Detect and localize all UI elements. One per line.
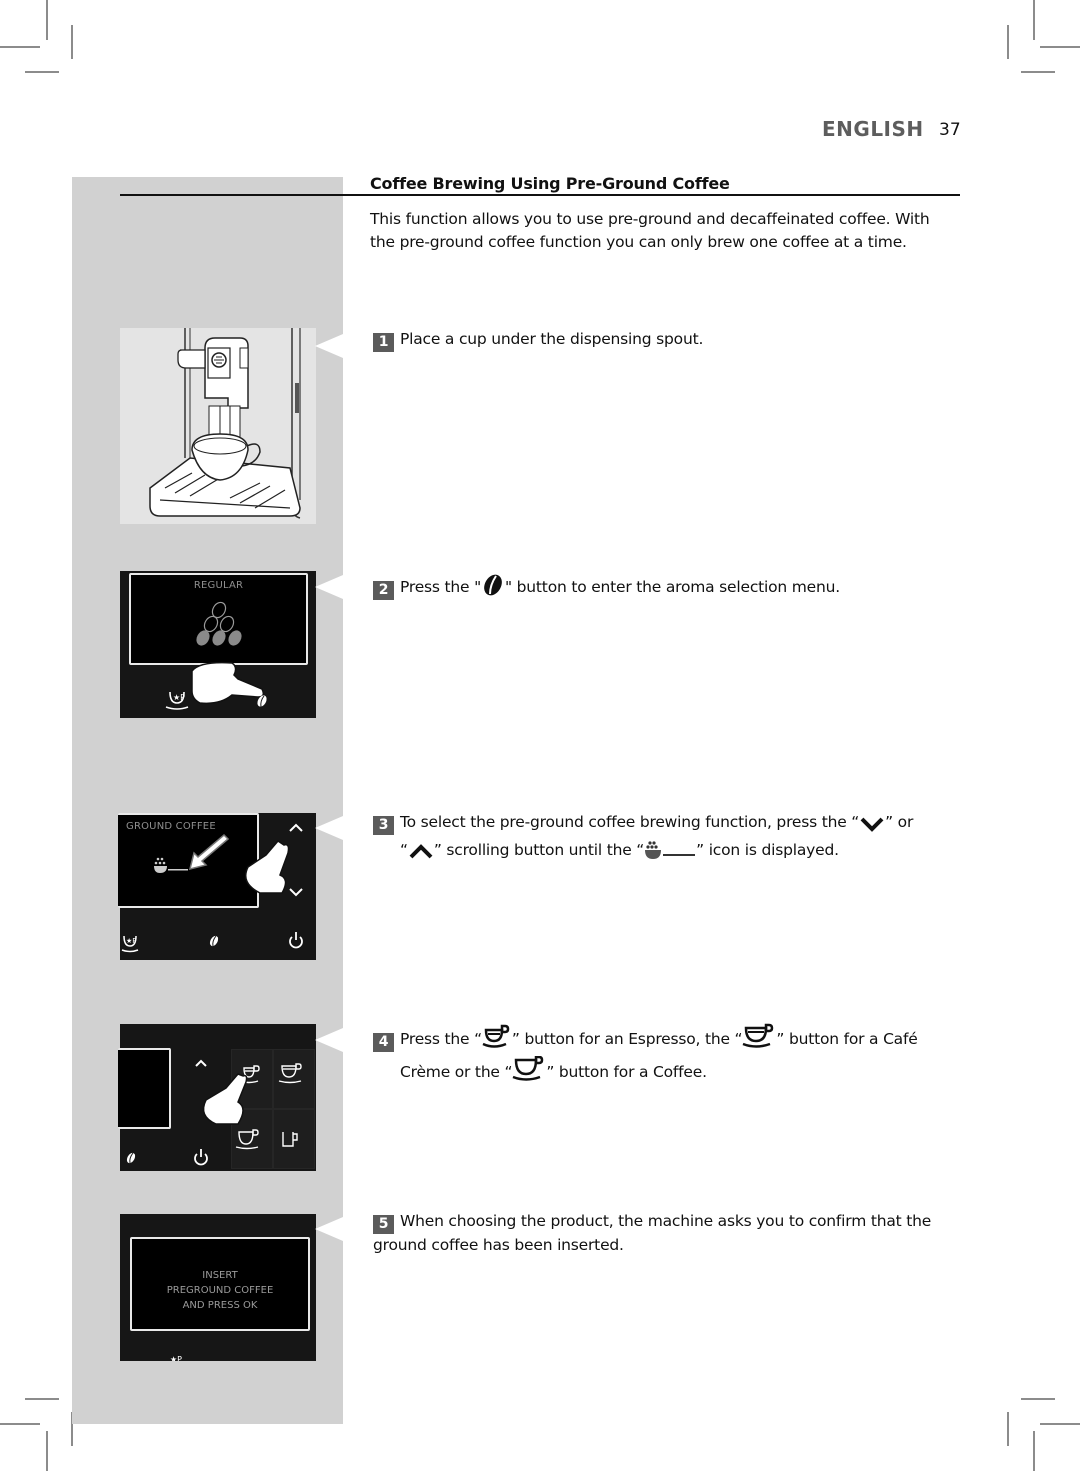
special-drink-icon[interactable]: ★P: [121, 935, 139, 953]
callout-notch: [315, 334, 343, 358]
step-text: " button to enter the aroma selection me…: [505, 578, 840, 596]
step-text: Place a cup under the dispensing spout.: [400, 330, 704, 348]
step-text: ” button for a Café: [776, 1030, 918, 1048]
crop-mark: [1033, 0, 1035, 40]
crop-mark: [1007, 1412, 1009, 1446]
chevron-up-icon[interactable]: [195, 1059, 207, 1067]
intro-paragraph: This function allows you to use pre-grou…: [370, 210, 930, 251]
hot-water-mug-icon: [282, 1132, 298, 1147]
step-text: To select the pre-ground coffee brewing …: [400, 813, 860, 831]
step-text: Crème or the “: [400, 1063, 513, 1081]
ground-coffee-scoop-icon: [644, 840, 696, 867]
aroma-control-panel: REGULAR ★P: [120, 571, 316, 718]
ground-coffee-scoop-icon: [154, 857, 188, 873]
step-1: 1 Place a cup under the dispensing spout.: [373, 328, 958, 352]
crop-mark: [25, 1398, 59, 1400]
step-text: “: [400, 841, 408, 859]
coffee-cup-icon: [512, 1055, 546, 1089]
chevron-down-icon: [859, 816, 885, 839]
cafe-creme-cup-icon: [278, 1063, 302, 1084]
title-rule: [120, 194, 960, 196]
crop-mark: [1033, 1431, 1035, 1471]
crop-mark: [0, 1423, 40, 1425]
coffee-bean-icon[interactable]: [125, 1151, 137, 1164]
crop-mark: [1021, 1398, 1055, 1400]
crop-mark: [46, 0, 48, 40]
step-number: 3: [373, 816, 394, 835]
step-text: ” button for an Espresso, the “: [511, 1030, 743, 1048]
crop-mark: [1007, 25, 1009, 59]
confirm-control-panel: INSERT PREGROUND COFFEE AND PRESS OK ★P: [120, 1214, 316, 1361]
step-text: ” scrolling button until the “: [433, 841, 645, 859]
machine-illustration: [120, 328, 316, 524]
crop-mark: [1040, 1423, 1080, 1425]
special-drink-icon: ★P: [165, 691, 189, 710]
crop-mark: [46, 1431, 48, 1471]
step-number: 1: [373, 333, 394, 352]
pointing-hand-icon: [191, 661, 265, 705]
pointing-hand-icon: [245, 840, 290, 894]
callout-notch: [315, 1028, 343, 1052]
page-number: 37: [939, 120, 961, 140]
svg-text:★P: ★P: [170, 1355, 182, 1361]
step-text: Press the “: [400, 1030, 482, 1048]
section-title: Coffee Brewing Using Pre-Ground Coffee: [370, 174, 730, 193]
step-number: 2: [373, 581, 394, 600]
cafe-creme-cup-icon: [742, 1023, 776, 1056]
language-label: ENGLISH: [822, 117, 924, 141]
chevron-up-icon[interactable]: [289, 823, 303, 832]
step-number: 5: [373, 1215, 394, 1234]
callout-notch: [315, 1217, 343, 1241]
crop-mark: [1021, 71, 1055, 73]
coffee-bean-icon[interactable]: [208, 934, 220, 947]
coffee-cup-icon: [235, 1129, 259, 1150]
step-5: 5 When choosing the product, the machine …: [373, 1210, 958, 1257]
chevron-down-icon[interactable]: [289, 888, 303, 897]
callout-notch: [315, 816, 343, 840]
coffee-machine-drawing: [149, 328, 301, 519]
ground-coffee-control-panel: GROUND COFFEE ★P: [118, 813, 316, 960]
highlight-arrow-icon: [188, 833, 230, 871]
svg-text:★P: ★P: [126, 937, 137, 945]
step-text: Press the ": [400, 578, 482, 596]
step-3: 3 To select the pre-ground coffee brewing…: [373, 811, 958, 867]
step-text: ” button for a Coffee.: [546, 1063, 707, 1081]
crop-mark: [25, 71, 59, 73]
step-number: 4: [373, 1033, 394, 1052]
crop-mark: [0, 46, 40, 48]
coffee-bean-icon: [481, 573, 505, 604]
espresso-cup-icon: [482, 1023, 512, 1056]
power-icon[interactable]: [289, 932, 303, 949]
svg-text:★P: ★P: [173, 693, 185, 702]
step-text: ” or: [885, 813, 914, 831]
pointing-hand-icon: [202, 1073, 248, 1125]
step-2: 2 Press the " " button to enter the aroma …: [373, 573, 958, 604]
drink-selection-panel: [118, 1024, 316, 1171]
special-drink-icon: ★P: [170, 1355, 182, 1361]
callout-notch: [315, 575, 343, 599]
crop-mark: [1040, 46, 1080, 48]
step-text: When choosing the product, the machine a…: [373, 1212, 932, 1254]
chevron-up-icon: [408, 844, 434, 867]
step-4: 4 Press the “ ” button for an Espresso, th…: [373, 1023, 958, 1089]
crop-mark: [71, 25, 73, 59]
power-icon[interactable]: [194, 1149, 208, 1166]
step-text: ” icon is displayed.: [696, 841, 839, 859]
